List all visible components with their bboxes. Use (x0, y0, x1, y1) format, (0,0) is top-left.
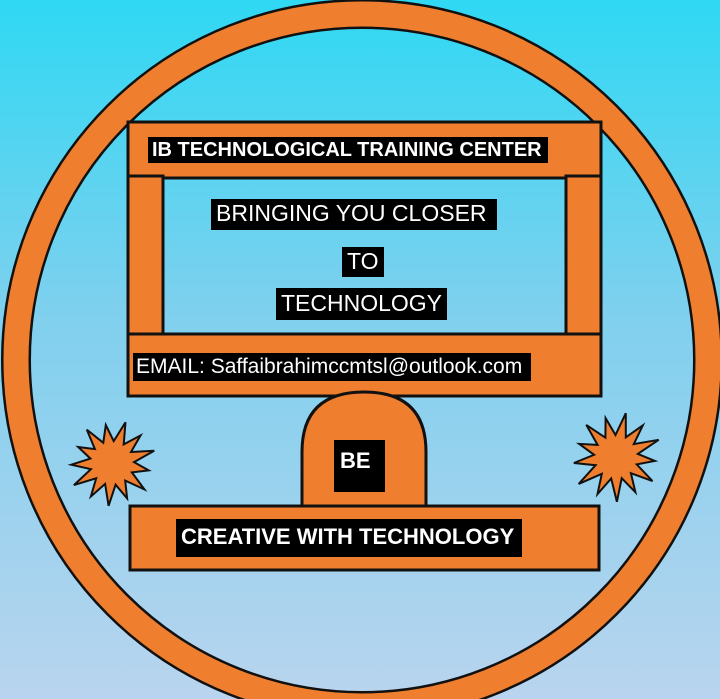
slogan-line-1: BRINGING YOU CLOSER (211, 199, 497, 230)
logo-artwork (1, 0, 720, 699)
center-name-label: IB TECHNOLOGICAL TRAINING CENTER (148, 137, 548, 163)
be-label: BE (334, 440, 385, 492)
starburst-left-icon (67, 421, 155, 507)
slogan-line-2: TO (342, 247, 384, 277)
slogan-line-3: TECHNOLOGY (276, 288, 448, 320)
starburst-right-icon (573, 412, 660, 503)
tagline-label: CREATIVE WITH TECHNOLOGY (176, 519, 523, 557)
email-label: EMAIL: Saffaibrahimccmtsl@outlook.com (133, 353, 532, 381)
